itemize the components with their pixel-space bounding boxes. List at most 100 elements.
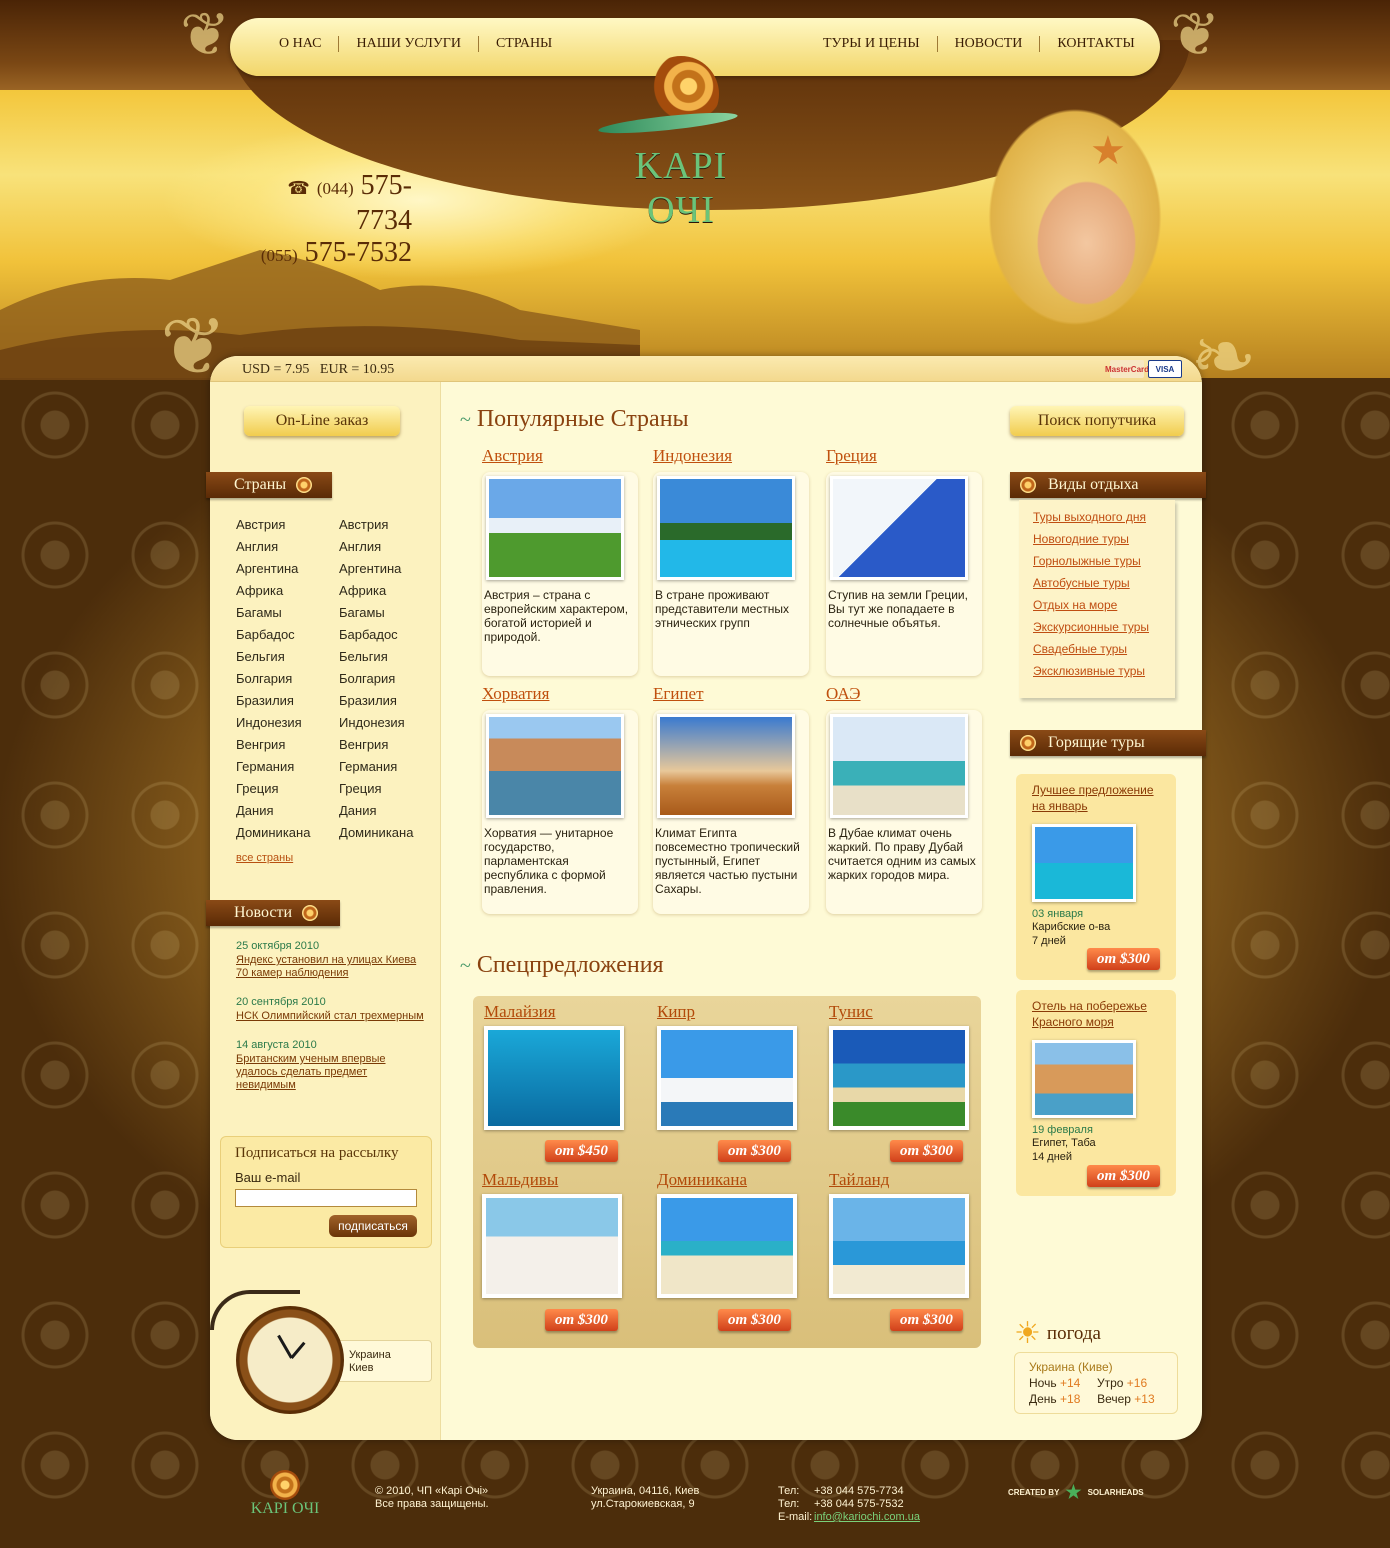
- nav-services[interactable]: Наши услуги: [339, 36, 479, 52]
- vacation-type-link[interactable]: Новогодние туры: [1033, 528, 1161, 550]
- country-photo[interactable]: [486, 476, 624, 580]
- vacation-type-link[interactable]: Эксклюзивные туры: [1033, 660, 1161, 682]
- site-logo[interactable]: KAPI OЧІ: [596, 56, 766, 231]
- offer-link[interactable]: Тунис: [829, 1002, 969, 1022]
- offer-price[interactable]: от $300: [718, 1140, 791, 1162]
- country-link[interactable]: Англия: [339, 536, 413, 558]
- offer-link[interactable]: Доминикана: [657, 1170, 797, 1190]
- country-link[interactable]: Бразилия: [236, 690, 310, 712]
- country-link[interactable]: Африка: [339, 580, 413, 602]
- offer-photo[interactable]: [657, 1194, 797, 1298]
- country-link[interactable]: Аргентина: [339, 558, 413, 580]
- country-link[interactable]: Африка: [236, 580, 310, 602]
- country-link[interactable]: Индонезия: [339, 712, 413, 734]
- country-link[interactable]: Аргентина: [236, 558, 310, 580]
- country-link[interactable]: Индонезия: [653, 446, 732, 466]
- country-link[interactable]: Бразилия: [339, 690, 413, 712]
- offer-link[interactable]: Тайланд: [829, 1170, 969, 1190]
- country-link[interactable]: Венгрия: [339, 734, 413, 756]
- hot-tour-photo[interactable]: [1032, 824, 1136, 902]
- offer-price[interactable]: от $300: [718, 1309, 791, 1331]
- vacation-type-link[interactable]: Туры выходного дня: [1033, 506, 1161, 528]
- nav-tours-prices[interactable]: Туры и цены: [806, 36, 938, 52]
- hot-tour-link[interactable]: Отель на побережье Красного моря: [1032, 998, 1160, 1030]
- country-link[interactable]: Англия: [236, 536, 310, 558]
- nav-countries[interactable]: Страны: [479, 36, 569, 52]
- offer-link[interactable]: Кипр: [657, 1002, 797, 1022]
- country-link[interactable]: Германия: [339, 756, 413, 778]
- logo-text: KAPI OЧІ: [634, 145, 728, 231]
- online-order-button[interactable]: On-Line заказ: [244, 406, 400, 436]
- country-link[interactable]: Греция: [826, 446, 877, 466]
- country-link[interactable]: Дания: [339, 800, 413, 822]
- country-link[interactable]: Австрия: [339, 514, 413, 536]
- star-icon: ★: [1065, 1482, 1082, 1502]
- country-link[interactable]: Индонезия: [236, 712, 310, 734]
- vacation-type-link[interactable]: Горнолыжные туры: [1033, 550, 1161, 572]
- travel-companion-button[interactable]: Поиск попутчика: [1010, 406, 1184, 436]
- country-link[interactable]: Болгария: [339, 668, 413, 690]
- news-link[interactable]: Яндекс установил на улицах Киева 70 каме…: [236, 954, 426, 980]
- country-link[interactable]: Австрия: [236, 514, 310, 536]
- country-photo[interactable]: [657, 476, 795, 580]
- nav-about[interactable]: О нас: [262, 36, 340, 52]
- offer-link[interactable]: Малайзия: [484, 1002, 624, 1022]
- country-link[interactable]: Багамы: [236, 602, 310, 624]
- vacation-types-list: Туры выходного дня Новогодние туры Горнолы…: [1019, 500, 1175, 698]
- country-link[interactable]: Доминикана: [339, 822, 413, 844]
- country-link[interactable]: Барбадос: [236, 624, 310, 646]
- offer-photo[interactable]: [829, 1026, 969, 1130]
- footer-credits[interactable]: CREATED BY ★ SOLARHEADS: [1008, 1482, 1144, 1502]
- country-card: Греция Ступив на земли Греции, Вы тут же …: [826, 446, 982, 676]
- hot-tour-photo[interactable]: [1032, 1040, 1136, 1118]
- offer-photo[interactable]: [484, 1026, 624, 1130]
- news-link[interactable]: Британским ученым впервые удалось сделат…: [236, 1053, 426, 1092]
- footer-logo[interactable]: KAPI OЧІ: [250, 1470, 320, 1526]
- country-photo[interactable]: [657, 714, 795, 818]
- hot-tour-link[interactable]: Лучшее предложение на январь: [1032, 782, 1160, 814]
- all-countries-link[interactable]: все страны: [236, 852, 293, 864]
- country-link[interactable]: Австрия: [482, 446, 543, 466]
- country-link[interactable]: Венгрия: [236, 734, 310, 756]
- offer-link[interactable]: Мальдивы: [482, 1170, 622, 1190]
- offer-card: Кипр: [657, 1002, 797, 1130]
- news-link[interactable]: НСК Олимпийский стал трехмерным: [236, 1010, 426, 1023]
- country-link[interactable]: Греция: [339, 778, 413, 800]
- offer-price[interactable]: от $450: [545, 1140, 618, 1162]
- country-link[interactable]: Бельгия: [339, 646, 413, 668]
- country-link[interactable]: Дания: [236, 800, 310, 822]
- nav-contacts[interactable]: Контакты: [1040, 36, 1151, 52]
- hot-tour-price[interactable]: от $300: [1087, 948, 1160, 970]
- country-link[interactable]: Греция: [236, 778, 310, 800]
- country-link[interactable]: ОАЭ: [826, 684, 861, 704]
- vacation-type-link[interactable]: Отдых на море: [1033, 594, 1161, 616]
- offer-price[interactable]: от $300: [890, 1309, 963, 1331]
- vacation-type-link[interactable]: Свадебные туры: [1033, 638, 1161, 660]
- country-photo[interactable]: [486, 714, 624, 818]
- offer-photo[interactable]: [482, 1194, 622, 1298]
- footer-copyright: © 2010, ЧП «Карі Очі» Все права защищены.: [375, 1485, 489, 1510]
- country-link[interactable]: Багамы: [339, 602, 413, 624]
- vacation-type-link[interactable]: Автобусные туры: [1033, 572, 1161, 594]
- country-link[interactable]: Германия: [236, 756, 310, 778]
- popular-title: ~ Популярные Страны: [460, 406, 689, 432]
- country-photo[interactable]: [830, 714, 968, 818]
- country-link[interactable]: Болгария: [236, 668, 310, 690]
- hot-tour-price[interactable]: от $300: [1087, 1165, 1160, 1187]
- offer-photo[interactable]: [657, 1026, 797, 1130]
- offer-price[interactable]: от $300: [545, 1309, 618, 1331]
- country-link[interactable]: Хорватия: [482, 684, 549, 704]
- email-field[interactable]: [235, 1189, 417, 1207]
- country-link[interactable]: Египет: [653, 684, 704, 704]
- footer-contacts: Тел: +38 044 575-7734 Тел: +38 044 575-753…: [778, 1485, 920, 1523]
- country-link[interactable]: Бельгия: [236, 646, 310, 668]
- country-link[interactable]: Барбадос: [339, 624, 413, 646]
- offer-price[interactable]: от $300: [890, 1140, 963, 1162]
- subscribe-button[interactable]: подписаться: [329, 1215, 417, 1237]
- country-link[interactable]: Доминикана: [236, 822, 310, 844]
- vacation-type-link[interactable]: Экскурсионные туры: [1033, 616, 1161, 638]
- email-link[interactable]: info@kariochi.com.ua: [814, 1511, 920, 1523]
- nav-news[interactable]: Новости: [938, 36, 1041, 52]
- offer-photo[interactable]: [829, 1194, 969, 1298]
- country-photo[interactable]: [830, 476, 968, 580]
